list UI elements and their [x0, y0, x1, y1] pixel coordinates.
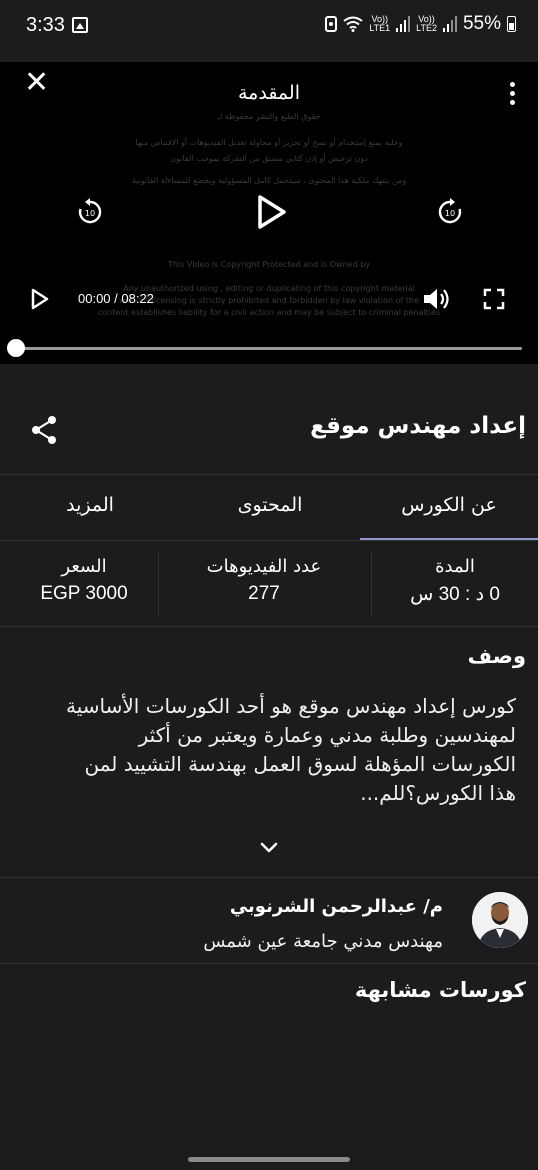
watermark-line: This Video is Copyright Protected and is… — [167, 260, 371, 269]
divider — [0, 877, 538, 878]
battery-percent: 55% — [462, 13, 501, 34]
stat-price-label: السعر — [61, 556, 107, 577]
divider — [0, 963, 538, 964]
stat-price-value: EGP 3000 — [40, 583, 128, 604]
watermark-line: ومن ينتهك ملكية هذا المحتوى ، سيتحمل كام… — [131, 176, 407, 185]
signal-sim2-icon — [442, 16, 457, 32]
instructor-name[interactable]: م/ عبدالرحمن الشرنوبي — [230, 896, 443, 917]
description-title: وصف — [467, 644, 526, 668]
stat-separator — [371, 552, 372, 616]
nfc-icon — [325, 16, 338, 32]
stat-duration: المدة 0 د : 30 س — [372, 556, 538, 606]
watermark-line: حقوق الطبع والنشر محفوظة لـ — [217, 112, 321, 121]
volume-icon[interactable] — [422, 286, 452, 312]
forward-seconds: 10 — [445, 209, 455, 218]
status-time: 3:33 — [26, 14, 65, 36]
chevron-down-icon[interactable] — [259, 840, 279, 856]
play-icon[interactable] — [30, 288, 50, 310]
sim2-label: Vo)) LTE2 — [416, 15, 437, 33]
instructor-avatar[interactable] — [472, 892, 528, 948]
sim1-network: LTE1 — [369, 23, 391, 33]
status-bar: 3:33 Vo)) LTE1 Vo)) LTE2 55% — [0, 0, 538, 52]
gallery-notification-icon — [72, 17, 88, 33]
similar-courses-title: كورسات مشابهة — [354, 978, 526, 1002]
divider — [0, 540, 538, 541]
wifi-icon — [343, 16, 363, 32]
stat-duration-label: المدة — [435, 556, 475, 577]
stat-videos: عدد الفيديوهات 277 — [158, 556, 370, 605]
stat-duration-value: 0 د : 30 س — [410, 584, 500, 605]
video-progress-bar[interactable] — [16, 347, 522, 350]
watermark-line: دون ترخيص أو إذن كتابي مسبق من الشركة بم… — [170, 154, 368, 163]
stat-videos-label: عدد الفيديوهات — [206, 556, 322, 577]
tab-content[interactable]: المحتوى — [180, 494, 360, 516]
play-large-icon[interactable] — [254, 194, 288, 230]
status-indicators: Vo)) LTE1 Vo)) LTE2 55% — [325, 13, 516, 35]
video-title: المقدمة — [237, 82, 300, 104]
sim1-label: Vo)) LTE1 — [369, 15, 390, 33]
progress-scrubber-handle[interactable] — [7, 339, 25, 357]
tab-about-course[interactable]: عن الكورس — [360, 494, 538, 516]
instructor-role: مهندس مدني جامعة عين شمس — [203, 931, 443, 952]
more-options-icon[interactable] — [510, 82, 516, 105]
fullscreen-icon[interactable] — [483, 288, 505, 310]
description-text: كورس إعداد مهندس موقع هو أحد الكورسات ال… — [66, 694, 516, 805]
watermark-line: content establishes liability for a civi… — [97, 308, 441, 317]
sim2-network: LTE2 — [416, 23, 437, 33]
rewind-10-icon[interactable]: 10 — [76, 198, 104, 226]
video-player[interactable]: حقوق الطبع والنشر محفوظة لـ وعليه يمنع إ… — [0, 62, 538, 364]
stat-price: السعر EGP 3000 — [0, 556, 168, 605]
divider — [0, 626, 538, 627]
home-indicator[interactable] — [188, 1157, 350, 1162]
tab-more[interactable]: المزيد — [0, 494, 180, 516]
person-avatar-icon — [472, 892, 528, 948]
share-icon[interactable] — [30, 415, 58, 445]
signal-sim1-icon — [396, 16, 411, 32]
rewind-seconds: 10 — [85, 209, 95, 218]
playback-time: 00:00 / 08:22 — [78, 291, 154, 306]
watermark-line: وعليه يمنع إستخدام أو نسخ أو تحرير أو مح… — [135, 138, 403, 147]
stat-videos-value: 277 — [248, 583, 280, 604]
forward-10-icon[interactable]: 10 — [436, 198, 464, 226]
course-title: إعداد مهندس موقع — [310, 413, 526, 439]
divider — [0, 474, 538, 475]
battery-icon — [507, 16, 516, 32]
